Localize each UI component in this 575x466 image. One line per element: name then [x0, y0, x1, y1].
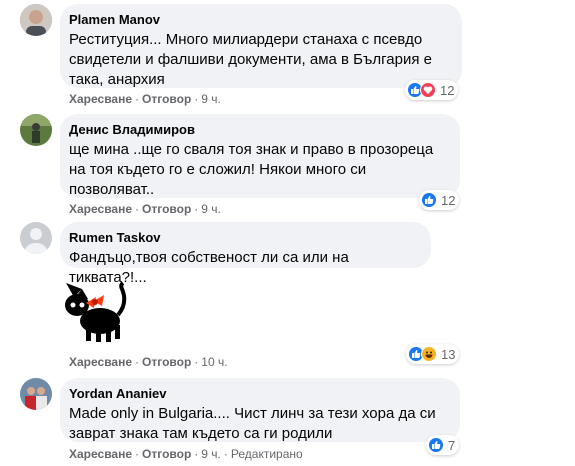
- reply-button[interactable]: Отговор: [142, 447, 191, 461]
- comment-timestamp[interactable]: 10 ч.: [201, 355, 227, 369]
- reply-button[interactable]: Отговор: [142, 92, 191, 106]
- comment-text: Реституция... Много милиардери станаха с…: [69, 30, 450, 90]
- like-button[interactable]: Харесване: [69, 447, 132, 461]
- comment-timestamp[interactable]: 9 ч.: [201, 92, 221, 106]
- comment-line: Реституция... Много милиардери станаха с…: [69, 31, 423, 48]
- like-button[interactable]: Харесване: [69, 202, 132, 216]
- comment-line: на тоя където го е сложил! Някои много с…: [69, 161, 367, 178]
- reply-button[interactable]: Отговор: [142, 355, 191, 369]
- profile-photo-icon: [20, 378, 52, 410]
- reaction-count: 12: [440, 82, 455, 98]
- comment-timestamp[interactable]: 9 ч.: [201, 202, 221, 216]
- reaction-count: 7: [448, 437, 456, 453]
- comment-author[interactable]: Rumen Taskov: [69, 230, 419, 246]
- comment-actions: Харесване · Отговор · 9 ч.: [69, 202, 221, 216]
- comment-text: ще мина ..ще го сваля тоя знак и право в…: [69, 140, 448, 200]
- comment-line: позволяват..: [69, 181, 155, 198]
- reaction-count: 12: [441, 192, 456, 208]
- comment-author[interactable]: Денис Владимиров: [69, 122, 448, 138]
- avatar[interactable]: [20, 378, 52, 410]
- default-avatar-icon: [20, 222, 52, 254]
- comment-line: така, анархия: [69, 71, 165, 88]
- comment-line: Made only in Bulgaria.... Чист линч за т…: [69, 405, 436, 422]
- comment-actions: Харесване · Отговор · 10 ч.: [69, 355, 228, 369]
- comment-line: свидетели и фалшиви документи, ама в Бъл…: [69, 51, 432, 68]
- comment-timestamp[interactable]: 9 ч.: [201, 447, 221, 461]
- reaction-summary[interactable]: 7: [426, 435, 460, 455]
- comment-line: заврат знака там където са ги родили: [69, 425, 333, 442]
- avatar[interactable]: [20, 114, 52, 146]
- profile-photo-icon: [20, 114, 52, 146]
- reaction-count: 13: [441, 346, 456, 362]
- comment-actions: Харесване · Отговор · 9 ч. · Редактирано: [69, 447, 303, 461]
- comment-text: Made only in Bulgaria.... Чист линч за т…: [69, 404, 448, 444]
- black-cat-sticker[interactable]: [60, 275, 130, 345]
- avatar[interactable]: [20, 222, 52, 254]
- reaction-summary[interactable]: 12: [419, 190, 460, 210]
- reaction-summary[interactable]: 12: [405, 80, 459, 100]
- edited-label[interactable]: Редактирано: [231, 447, 303, 461]
- comment-actions: Харесване · Отговор · 9 ч.: [69, 92, 221, 106]
- reply-button[interactable]: Отговор: [142, 202, 191, 216]
- profile-photo-icon: [20, 4, 52, 36]
- comment-author[interactable]: Plamen Manov: [69, 12, 450, 28]
- comment-line: ще мина ..ще го сваля тоя знак и право в…: [69, 141, 434, 158]
- black-cat-with-red-bow-sticker: [65, 281, 127, 342]
- reaction-summary[interactable]: 13: [406, 344, 460, 364]
- comment-bubble: Rumen Taskov Фандъцо,твоя собственост ли…: [60, 222, 431, 286]
- comment-author[interactable]: Yordan Ananiev: [69, 386, 448, 402]
- avatar[interactable]: [20, 4, 52, 36]
- love-icon: [420, 82, 436, 98]
- comment-bubble: Plamen Manov Реституция... Много милиард…: [60, 4, 462, 88]
- comment-bubble: Денис Владимиров ще мина ..ще го сваля т…: [60, 114, 460, 198]
- haha-icon: [421, 346, 437, 362]
- like-icon: [428, 437, 444, 453]
- like-button[interactable]: Харесване: [69, 355, 132, 369]
- like-button[interactable]: Харесване: [69, 92, 132, 106]
- comment-bubble: Yordan Ananiev Made only in Bulgaria....…: [60, 378, 460, 442]
- like-icon: [421, 192, 437, 208]
